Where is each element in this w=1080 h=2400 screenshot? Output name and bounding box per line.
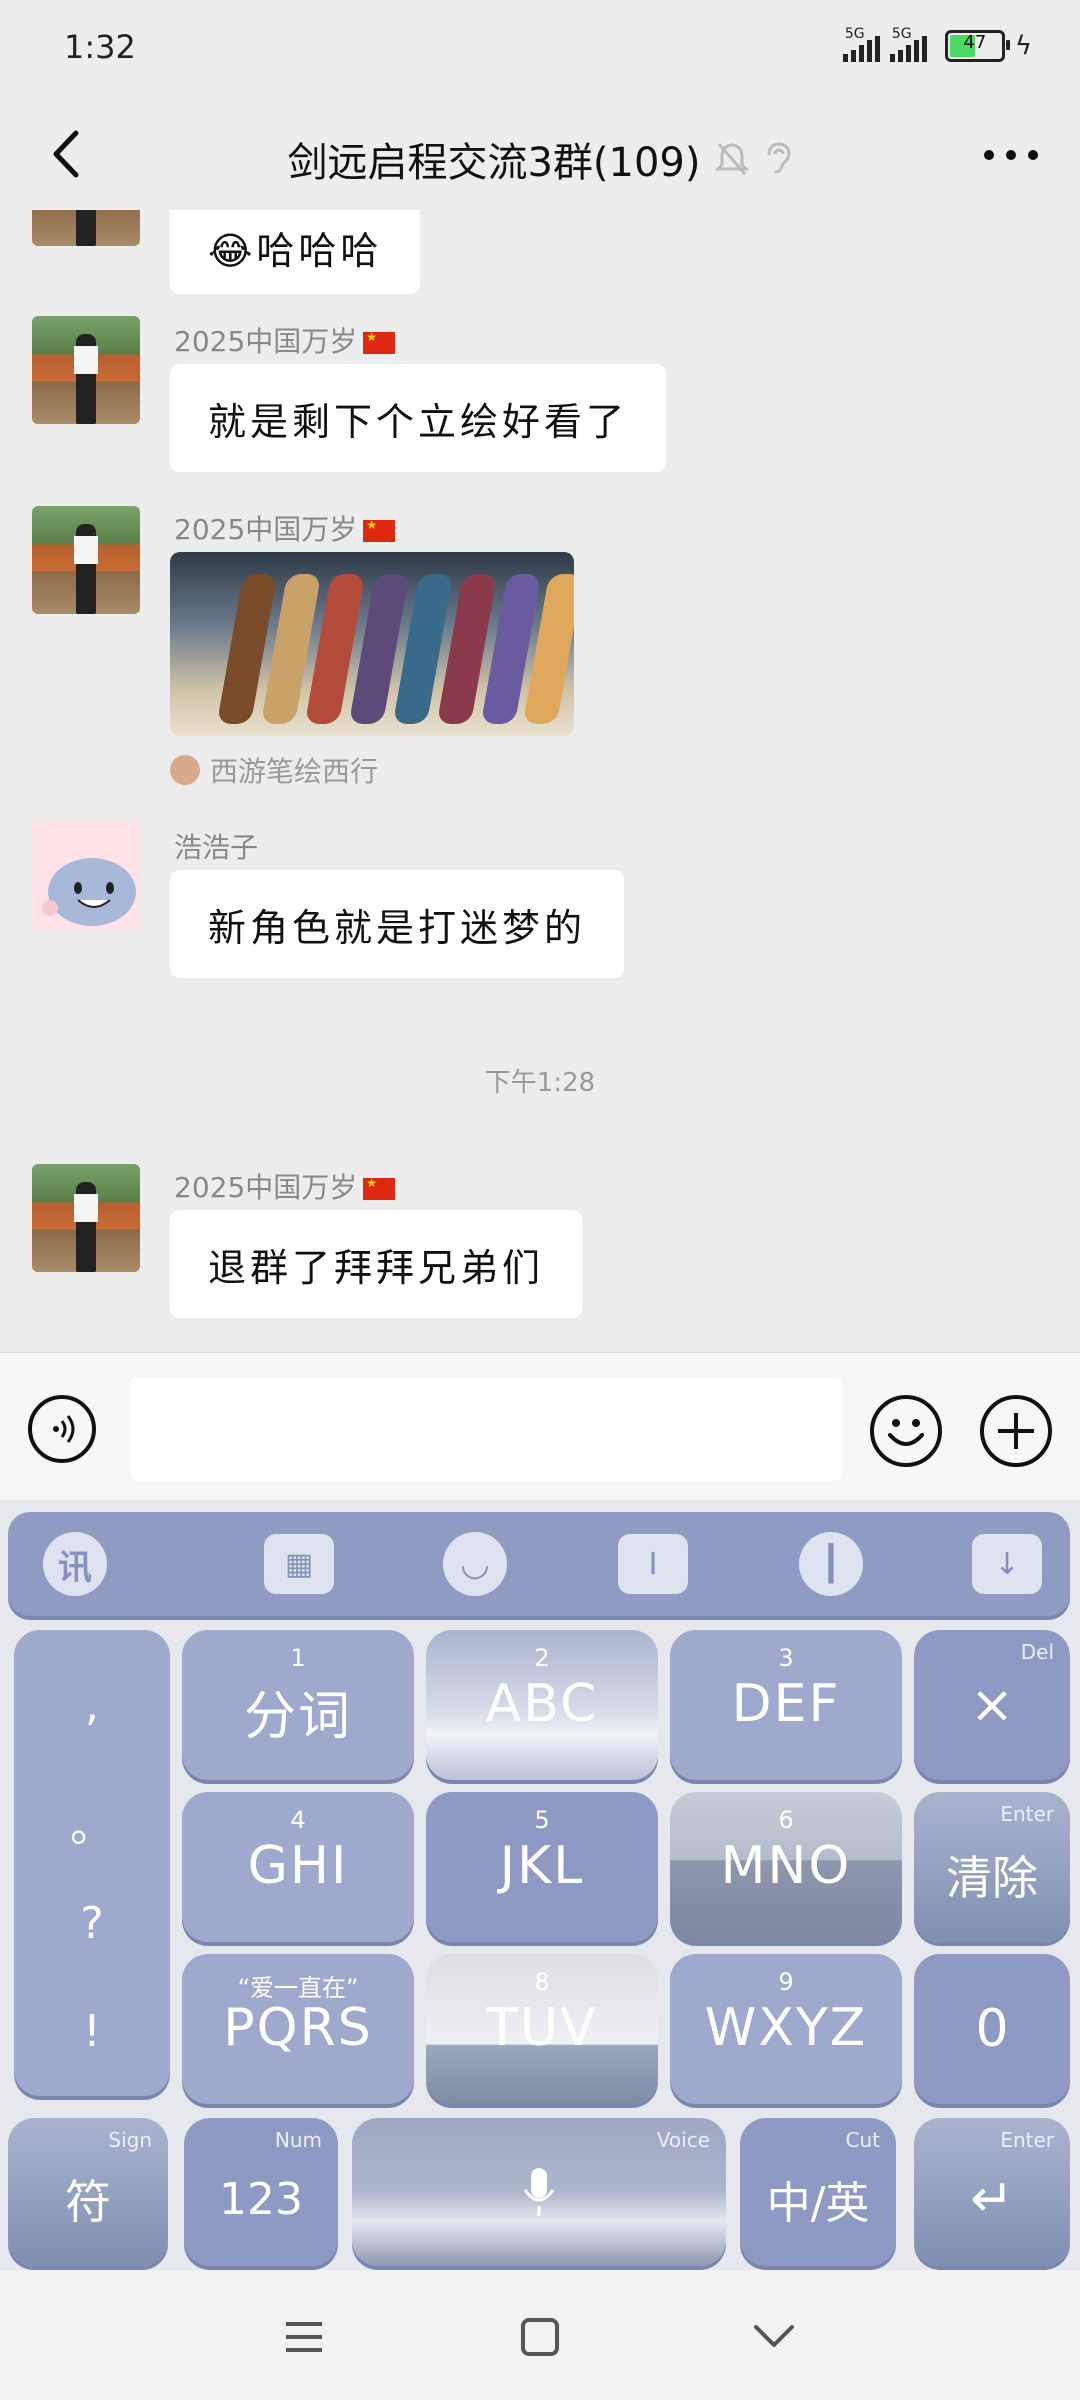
menu-button[interactable] (274, 2312, 334, 2362)
battery-level: 47 (963, 32, 987, 53)
china-flag-icon (363, 1176, 396, 1200)
arrow-down-icon: ↓ (972, 1534, 1042, 1594)
plus-icon (998, 1413, 1034, 1449)
message-bubble[interactable]: 就是剩下个立绘好看了 (170, 364, 667, 472)
key-7[interactable]: “爱一直在” PQRS (182, 1954, 414, 2104)
key-3[interactable]: 3 DEF (670, 1630, 902, 1780)
keyboard-icon: ▦ (264, 1534, 334, 1594)
image-source[interactable]: 西游笔绘西行 (170, 750, 378, 790)
avatar[interactable] (32, 316, 140, 424)
system-navigation-bar (0, 2270, 1080, 2400)
clear-key[interactable]: Enter 清除 (914, 1792, 1070, 1942)
chevron-down-icon (754, 2325, 794, 2347)
key-4[interactable]: 4 GHI (182, 1792, 414, 1942)
message-bubble[interactable]: 😂哈哈哈 (170, 210, 421, 294)
key-2[interactable]: 2 ABC (426, 1630, 658, 1780)
chat-title: 剑远启程交流3群(109) (0, 130, 1080, 188)
delete-key[interactable]: Del × (914, 1630, 1070, 1780)
ime-logo-icon: 讯 (43, 1532, 107, 1596)
space-key[interactable]: Voice (352, 2118, 726, 2266)
key-period[interactable]: 。 (14, 1790, 170, 1854)
signal-icon-2: 5G (889, 26, 927, 62)
group-name: 剑远启程交流3群(109) (287, 140, 701, 186)
enter-key[interactable]: Enter ↵ (914, 2118, 1070, 2266)
key-question[interactable]: ? (14, 1898, 170, 1949)
message-bubble[interactable]: 新角色就是打迷梦的 (170, 870, 625, 978)
home-button[interactable] (510, 2312, 570, 2362)
key-6[interactable]: 6 MNO (670, 1792, 902, 1942)
sender-name: 浩浩子 (174, 831, 259, 864)
more-dots-icon (984, 150, 1038, 160)
emoji-icon (888, 1419, 924, 1446)
hide-keyboard-button[interactable]: ↓ (972, 1534, 1042, 1594)
punctuation-column[interactable]: , 。 ? ! (14, 1630, 170, 2096)
cartoon-avatar-icon (42, 858, 136, 926)
key-1[interactable]: 1 分词 (182, 1630, 414, 1780)
avatar[interactable] (32, 1164, 140, 1272)
message-bubble[interactable]: 退群了拜拜兄弟们 (170, 1210, 583, 1318)
keyboard-toolbar: 讯 ▦ ◡ I ┃ ↓ (8, 1512, 1070, 1616)
ime-logo-button[interactable]: 讯 (40, 1532, 110, 1596)
text-cursor-icon: I (618, 1534, 688, 1594)
sender-name: 2025中国万岁 (174, 320, 396, 360)
voice-input-button[interactable]: ┃ (796, 1532, 866, 1596)
key-8[interactable]: 8 TUV (426, 1954, 658, 2104)
network-type-1: 5G (844, 26, 865, 42)
input-bar (0, 1352, 1080, 1501)
bell-off-icon (714, 141, 749, 177)
key-5[interactable]: 5 JKL (426, 1792, 658, 1942)
close-icon: × (970, 1675, 1014, 1735)
waveform-icon: ┃ (799, 1532, 863, 1596)
status-bar: 1:32 5G 5G 47 ϟ (0, 0, 1080, 100)
signal-icon-1: 5G (842, 26, 880, 62)
plus-button[interactable] (980, 1395, 1052, 1467)
emoji-panel-button[interactable]: ◡ (440, 1532, 510, 1596)
symbol-key[interactable]: Sign 符 (8, 2118, 168, 2266)
smile-icon: ◡ (443, 1532, 507, 1596)
more-button[interactable] (976, 130, 1046, 180)
emoji-button[interactable] (870, 1395, 942, 1467)
avatar[interactable] (32, 210, 140, 246)
charging-icon: ϟ (1014, 31, 1032, 61)
status-time: 1:32 (64, 28, 136, 66)
voice-button[interactable] (28, 1395, 96, 1463)
home-square-icon (521, 2318, 559, 2356)
sender-name: 2025中国万岁 (174, 1166, 396, 1206)
cursor-button[interactable]: I (618, 1534, 688, 1594)
key-exclaim[interactable]: ! (14, 2006, 170, 2057)
avatar[interactable] (32, 506, 140, 614)
key-comma[interactable]: , (14, 1680, 170, 1731)
microphone-icon (352, 2118, 726, 2266)
voice-icon (53, 1415, 75, 1443)
key-0[interactable]: 0 (914, 1954, 1070, 2104)
keyboard: 讯 ▦ ◡ I ┃ ↓ , 。 ? ! 1 分词 2 ABC 3 DEF Del × 4… (0, 1500, 1080, 2270)
message-input[interactable] (130, 1377, 842, 1481)
avatar[interactable] (32, 822, 140, 930)
china-flag-icon (363, 330, 396, 354)
battery-icon: 47 (944, 30, 1010, 62)
language-switch-key[interactable]: Cut 中/英 (740, 2118, 896, 2266)
keyboard-layout-button[interactable]: ▦ (264, 1534, 334, 1594)
chat-area[interactable]: 😂哈哈哈 2025中国万岁 就是剩下个立绘好看了 2025中国万岁 西游笔绘西行… (0, 210, 1080, 1352)
key-9[interactable]: 9 WXYZ (670, 1954, 902, 2104)
image-message[interactable] (170, 552, 574, 736)
chat-header: 剑远启程交流3群(109) (0, 100, 1080, 210)
number-key[interactable]: Num 123 (184, 2118, 338, 2266)
menu-icon (286, 2322, 322, 2352)
enter-icon: ↵ (970, 2169, 1014, 2229)
time-divider: 下午1:28 (484, 1068, 596, 1098)
back-nav-button[interactable] (744, 2312, 804, 2362)
ear-icon (763, 140, 793, 178)
app-icon (170, 755, 200, 785)
china-flag-icon (363, 518, 396, 542)
sender-name: 2025中国万岁 (174, 508, 396, 548)
status-icons: 5G 5G 47 ϟ (842, 26, 1032, 62)
network-type-2: 5G (891, 26, 912, 42)
